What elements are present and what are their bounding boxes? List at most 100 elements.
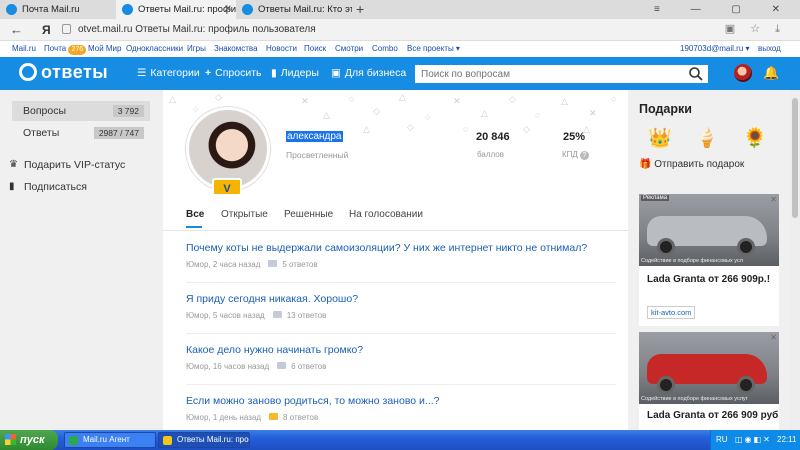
window-controls[interactable]: ≡ — ▢ ✕ <box>654 0 794 19</box>
agent-icon <box>69 436 78 445</box>
gift-vip-link[interactable]: ♛ Подарить VIP-статус <box>9 159 125 171</box>
new-tab-button[interactable]: + <box>356 0 364 19</box>
mailbar-item-pochta[interactable]: Почта 276 <box>44 41 87 57</box>
nav-categories[interactable]: ☰ Категории <box>137 67 200 79</box>
browser-tab-who[interactable]: Ответы Mail.ru: Кто это тут <box>236 0 352 19</box>
profile-points: 20 846 <box>476 131 510 143</box>
icecream-gift-icon[interactable]: 🍦 <box>695 126 719 150</box>
question-title[interactable]: Если можно заново родиться, то можно зан… <box>186 395 616 407</box>
vip-badge: V <box>212 178 242 196</box>
mailbar-item-ok[interactable]: Одноклассники <box>126 41 183 57</box>
mail-count-badge: 276 <box>68 45 87 55</box>
mailbar-item-watch[interactable]: Смотри <box>335 41 363 57</box>
mail-favicon-icon <box>6 4 17 15</box>
ad-banner[interactable]: Реклама Содействие в подборе финансовых … <box>639 194 779 326</box>
comment-icon <box>277 362 287 369</box>
bell-icon[interactable]: 🔔 <box>763 65 779 81</box>
scrollbar-thumb[interactable] <box>792 98 798 218</box>
user-avatar[interactable] <box>734 64 752 82</box>
mailbar-item-moymir[interactable]: Мой Мир <box>88 41 121 57</box>
address-bar: ← Я otvet.mail.ru Ответы Mail.ru: профил… <box>0 19 800 41</box>
divider <box>186 282 616 283</box>
search-icon[interactable] <box>688 66 704 82</box>
ad-close-icon[interactable]: ✕ <box>770 195 777 204</box>
url-field[interactable]: otvet.mail.ru Ответы Mail.ru: профиль по… <box>78 24 316 35</box>
question-meta: Юмор, 2 часа назад 5 ответов <box>186 260 318 269</box>
profile-username[interactable]: александра <box>286 131 343 142</box>
tab-solved[interactable]: Решенные <box>284 209 333 220</box>
bar-chart-icon: ▮ <box>271 67 277 79</box>
mailbar-item-combo[interactable]: Combo <box>372 41 398 57</box>
nav-ask[interactable]: + Спросить <box>205 67 261 79</box>
mailbar-item-dating[interactable]: Знакомства <box>214 41 258 57</box>
tab-voting[interactable]: На голосовании <box>349 209 423 220</box>
question-item: Я приду сегодня никакая. Хорошо? Юмор, 5… <box>186 293 616 320</box>
sunflower-gift-icon[interactable]: 🌻 <box>743 126 767 150</box>
language-indicator[interactable]: RU <box>716 430 728 450</box>
browser-tab-bar: Почта Mail.ru Ответы Mail.ru: профил ✕ О… <box>0 0 800 19</box>
start-button[interactable]: пуск <box>0 430 58 450</box>
ad-link[interactable]: kit-avto.com <box>647 306 696 319</box>
logout-link[interactable]: выход <box>758 41 781 57</box>
ad-banner[interactable]: Содействие в подборе финансовых услуг ✕ … <box>639 332 779 430</box>
right-column: Подарки 👑 🍦 🌻 🎁 Отправить подарок Реклам… <box>628 90 800 430</box>
bookmark-icon: ▮ <box>9 181 15 192</box>
nav-leaders[interactable]: ▮ Лидеры <box>271 67 319 79</box>
bookmark-star-icon[interactable]: ▣ ☆ ⤓ <box>725 22 786 36</box>
tray-icons[interactable]: ◫◉◧✕ <box>735 430 772 450</box>
clock: 22:11 <box>777 435 797 444</box>
wheel-shape <box>737 376 755 394</box>
profile-rank: Просветленный <box>286 150 349 160</box>
mailbar-item-games[interactable]: Игры <box>187 41 206 57</box>
question-item: Какое дело нужно начинать громко? Юмор, … <box>186 344 616 371</box>
left-sidebar: Вопросы 3 792 Ответы 2987 / 747 ♛ Подари… <box>0 90 163 430</box>
back-arrow-icon[interactable]: ← <box>10 22 23 37</box>
help-icon[interactable]: ? <box>579 151 589 160</box>
search-input[interactable] <box>415 65 708 83</box>
question-meta: Юмор, 5 часов назад 13 ответов <box>186 311 327 320</box>
ad-car-image: Реклама Содействие в подборе финансовых … <box>639 194 779 266</box>
taskbar-item-agent[interactable]: Mail.ru Агент <box>64 432 156 448</box>
otvety-favicon-icon <box>242 4 253 15</box>
ad-title[interactable]: Lada Granta от 266 909р.! <box>647 274 770 285</box>
subscribe-link[interactable]: ▮ Подписаться <box>9 181 87 193</box>
browser-tab-profile[interactable]: Ответы Mail.ru: профил ✕ <box>116 0 236 19</box>
crown-gift-icon[interactable]: 👑 <box>648 126 672 150</box>
divider <box>163 230 628 231</box>
gift-icon: 🎁 <box>639 159 655 170</box>
otvety-logo[interactable]: ответы <box>19 62 108 83</box>
yandex-logo[interactable]: Я <box>42 23 51 37</box>
sidebar-item-answers[interactable]: Ответы 2987 / 747 <box>12 123 150 143</box>
gifts-title: Подарки <box>639 102 692 116</box>
answers-count: 2987 / 747 <box>93 127 144 139</box>
ad-label: Реклама <box>641 195 670 201</box>
ad-car-image: Содействие в подборе финансовых услуг <box>639 332 779 404</box>
wheel-shape <box>737 238 755 256</box>
ad-close-icon[interactable]: ✕ <box>770 333 777 342</box>
nav-business[interactable]: ▣ Для бизнеса <box>331 67 406 79</box>
mailbar-item-search[interactable]: Поиск <box>304 41 326 57</box>
sidebar-item-questions[interactable]: Вопросы 3 792 <box>12 101 150 121</box>
comment-icon <box>269 413 278 420</box>
ad-title[interactable]: Lada Granta от 266 909 руб <box>647 410 778 421</box>
user-email[interactable]: 190703d@mail.ru ▾ <box>680 41 750 57</box>
send-gift-link[interactable]: 🎁 Отправить подарок <box>639 159 744 170</box>
question-item: Почему коты не выдержали самоизоляции? У… <box>186 242 616 269</box>
tab-all[interactable]: Все <box>186 209 204 220</box>
question-title[interactable]: Почему коты не выдержали самоизоляции? У… <box>186 242 616 254</box>
page-scrollbar[interactable] <box>790 90 800 430</box>
mailbar-item-all-projects[interactable]: Все проекты ▾ <box>407 41 460 57</box>
taskbar-item-browser[interactable]: Ответы Mail.ru: проф... <box>158 432 250 448</box>
browser-tab-mail[interactable]: Почта Mail.ru <box>0 0 116 19</box>
question-item: Если можно заново родиться, то можно зан… <box>186 395 616 422</box>
tab-open[interactable]: Открытые <box>221 209 268 220</box>
question-title[interactable]: Я приду сегодня никакая. Хорошо? <box>186 293 616 305</box>
plus-icon: + <box>205 67 212 79</box>
mailbar-item-news[interactable]: Новости <box>266 41 297 57</box>
taskbar: пуск Mail.ru Агент Ответы Mail.ru: проф.… <box>0 430 800 450</box>
mailbar-item-mailru[interactable]: Mail.ru <box>12 41 36 57</box>
wheel-shape <box>657 238 675 256</box>
comment-icon <box>272 311 282 318</box>
question-title[interactable]: Какое дело нужно начинать громко? <box>186 344 616 356</box>
close-tab-icon[interactable]: ✕ <box>224 0 232 19</box>
